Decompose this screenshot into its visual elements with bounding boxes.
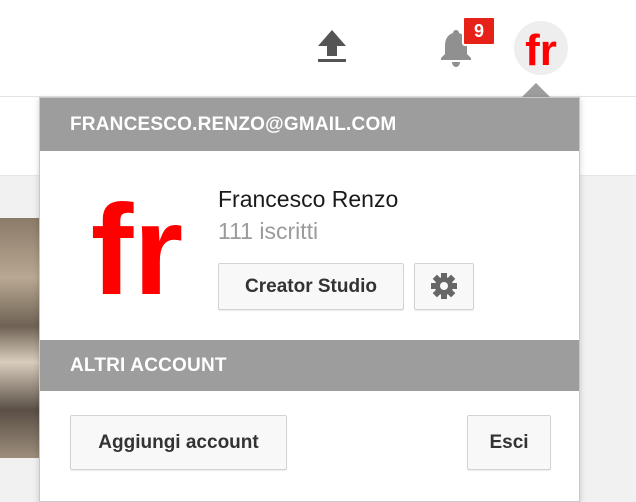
add-account-button[interactable]: Aggiungi account xyxy=(70,415,287,470)
menu-caret xyxy=(522,83,550,97)
avatar: fr xyxy=(525,26,557,75)
notification-count-badge: 9 xyxy=(462,16,496,46)
other-accounts-heading: ALTRI ACCOUNT xyxy=(40,340,579,391)
background-thumbnail xyxy=(0,218,40,458)
subscriber-count: 111 iscritti xyxy=(218,218,319,244)
account-menu: FRANCESCO.RENZO@GMAIL.COM fr Francesco R… xyxy=(39,97,580,502)
logout-button[interactable]: Esci xyxy=(467,415,551,470)
channel-name: Francesco Renzo xyxy=(218,186,399,212)
avatar-small-text: fr xyxy=(525,26,557,75)
settings-button[interactable] xyxy=(414,263,474,310)
gear-icon xyxy=(431,273,457,299)
upload-arrow-icon xyxy=(318,30,346,62)
account-email: FRANCESCO.RENZO@GMAIL.COM xyxy=(40,98,579,151)
creator-studio-button[interactable]: Creator Studio xyxy=(218,263,404,310)
avatar-large-text: fr xyxy=(91,182,183,312)
avatar-large-logo: fr xyxy=(91,179,183,322)
account-avatar-button[interactable]: fr xyxy=(514,21,568,75)
channel-avatar: fr xyxy=(72,179,202,322)
upload-button[interactable] xyxy=(312,26,352,66)
